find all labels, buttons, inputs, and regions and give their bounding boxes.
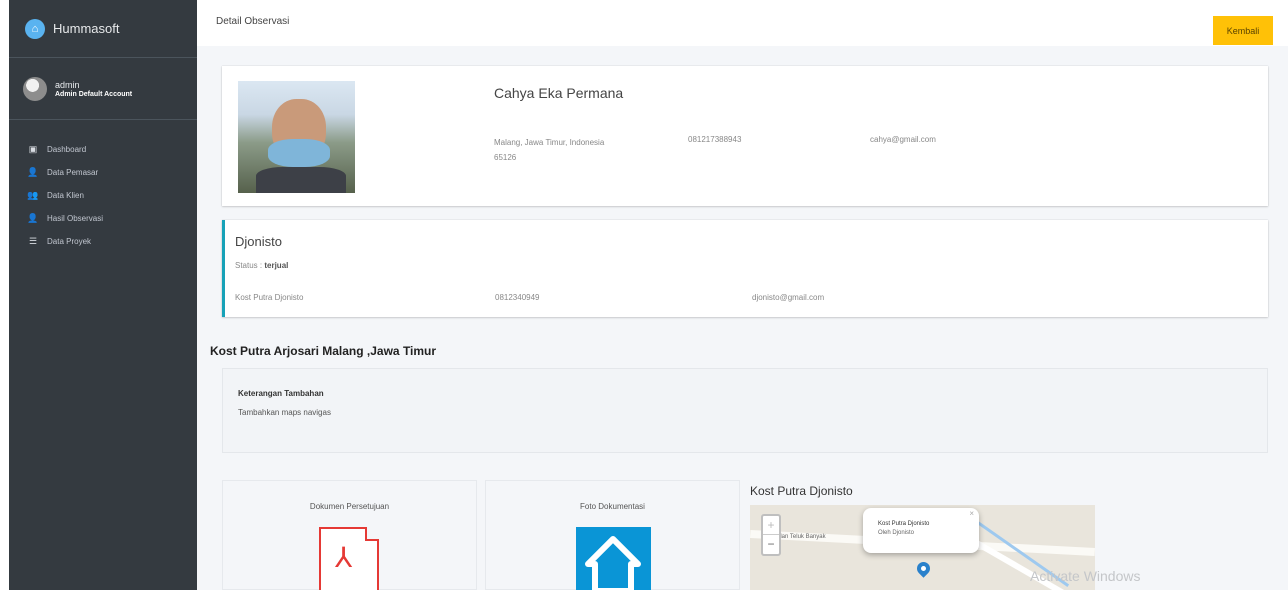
client-kost: Kost Putra Djonisto <box>235 293 304 302</box>
user-name: admin <box>55 79 80 90</box>
agreement-document-label: Dokumen Persetujuan <box>309 502 390 511</box>
brand-name: Hummasoft <box>53 21 120 36</box>
back-button[interactable]: Kembali <box>1213 16 1273 45</box>
sidebar-item-data-proyek[interactable]: ☰ Data Proyek <box>9 230 197 253</box>
client-phone: 0812340949 <box>495 293 540 302</box>
observer-card: Cahya Eka Permana Malang, Jawa Timur, In… <box>222 66 1268 206</box>
windows-watermark: Activate Windows <box>1030 568 1141 584</box>
user-panel[interactable]: admin Admin Default Account <box>9 58 197 120</box>
user-info: admin Admin Default Account <box>55 80 132 98</box>
observer-email: cahya@gmail.com <box>870 135 936 144</box>
main-content: Detail Observasi Kembali Cahya Eka Perma… <box>197 0 1288 590</box>
photo-shirt <box>256 167 346 193</box>
status-badge: terjual <box>264 261 289 270</box>
map-title: Kost Putra Djonisto <box>750 484 853 498</box>
observer-address: Malang, Jawa Timur, Indonesia 65126 <box>494 135 664 165</box>
sidebar-item-hasil-observasi[interactable]: 👤 Hasil Observasi <box>9 207 197 230</box>
client-status: Status : terjual <box>235 261 288 270</box>
photo-documentation-card[interactable]: Foto Dokumentasi <box>485 480 740 590</box>
zoom-out-button[interactable]: − <box>763 535 779 554</box>
photo-documentation-label: Foto Dokumentasi <box>580 502 645 511</box>
brand[interactable]: ⌂ Hummasoft <box>9 0 197 58</box>
additional-info-card: Keterangan Tambahan Tambahkan maps navig… <box>222 368 1268 453</box>
sidebar-item-label: Data Proyek <box>47 237 92 246</box>
sidebar-item-data-klien[interactable]: 👥 Data Klien <box>9 184 197 207</box>
dashboard-icon: ▣ <box>28 144 38 154</box>
sidebar-item-label: Data Pemasar <box>47 168 99 177</box>
popup-close-icon[interactable]: × <box>969 509 974 518</box>
observer-address-line2: 65126 <box>494 153 517 162</box>
observer-photo <box>238 81 355 193</box>
kost-title: Kost Putra Arjosari Malang ,Jawa Timur <box>210 344 437 358</box>
sidebar-nav: ▣ Dashboard 👤 Data Pemasar 👥 Data Klien … <box>9 120 197 253</box>
popup-title: Kost Putra Djonisto <box>878 521 930 527</box>
content-header: Detail Observasi Kembali <box>197 0 1288 46</box>
sidebar-item-label: Data Klien <box>47 191 84 200</box>
zoom-in-button[interactable]: + <box>763 516 779 535</box>
map-popup: × Kost Putra Djonisto Oleh Djonisto <box>863 508 979 553</box>
avatar <box>23 76 47 101</box>
client-status-label: Status : <box>235 261 263 270</box>
sidebar: ⌂ Hummasoft admin Admin Default Account … <box>9 0 197 590</box>
brand-logo-icon: ⌂ <box>25 18 45 39</box>
client-card: Djonisto Status : terjual Kost Putra Djo… <box>222 220 1268 317</box>
info-label: Keterangan Tambahan <box>238 389 324 398</box>
sidebar-item-dashboard[interactable]: ▣ Dashboard <box>9 138 197 161</box>
client-email: djonisto@gmail.com <box>752 293 825 302</box>
user-icon: 👤 <box>27 167 39 177</box>
agreement-document-card[interactable]: Dokumen Persetujuan ⅄ <box>222 480 477 590</box>
observer-name: Cahya Eka Permana <box>494 85 624 101</box>
photo-mask <box>268 139 330 167</box>
users-icon: 👥 <box>27 190 39 200</box>
map-road-label: Jalan Teluk Banyak <box>774 534 826 540</box>
observer-address-line1: Malang, Jawa Timur, Indonesia <box>494 138 605 147</box>
user-role: Admin Default Account <box>55 90 133 98</box>
sidebar-item-data-pemasar[interactable]: 👤 Data Pemasar <box>9 161 197 184</box>
info-text: Tambahkan maps navigas <box>238 408 331 417</box>
popup-subtitle: Oleh Djonisto <box>878 530 915 536</box>
sidebar-item-label: Hasil Observasi <box>47 214 104 223</box>
page-title: Detail Observasi <box>216 16 290 27</box>
app-window: ⌂ Hummasoft admin Admin Default Account … <box>0 0 1288 590</box>
home-icon <box>585 536 641 590</box>
pdf-icon[interactable]: ⅄ <box>319 527 379 590</box>
map-zoom-control: + − <box>761 514 781 556</box>
list-icon: ☰ <box>28 236 38 246</box>
observer-phone: 081217388943 <box>688 135 742 144</box>
map-marker-icon[interactable] <box>914 559 933 578</box>
sidebar-item-label: Dashboard <box>47 145 87 154</box>
client-name: Djonisto <box>235 234 282 249</box>
home-image-icon[interactable] <box>576 527 651 590</box>
acrobat-glyph: ⅄ <box>335 541 353 574</box>
user-icon: 👤 <box>27 213 39 223</box>
pdf-fold <box>365 527 379 541</box>
